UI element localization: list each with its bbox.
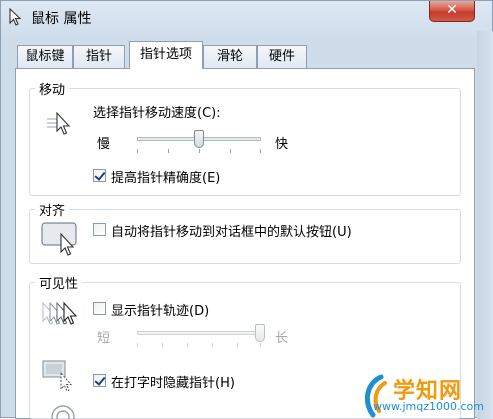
fast-label: 快 xyxy=(275,137,289,152)
pointer-trails-label[interactable]: 显示指针轨迹(D) xyxy=(111,300,209,319)
snap-group-label: 对齐 xyxy=(35,200,70,219)
snap-to-default-checkbox[interactable] xyxy=(93,223,106,236)
snap-to-default-label[interactable]: 自动将指针移动到对话框中的默认按钮(U) xyxy=(111,221,352,240)
enhance-precision-checkbox[interactable] xyxy=(93,169,106,182)
trail-length-slider-track[interactable] xyxy=(137,331,261,335)
snap-to-button-icon xyxy=(41,222,77,256)
trail-length-slider-thumb[interactable] xyxy=(255,324,265,342)
tab-pointers[interactable]: 指针 xyxy=(73,45,125,69)
motion-group-label: 移动 xyxy=(35,79,70,98)
tab-wheel[interactable]: 滑轮 xyxy=(203,45,257,69)
enhance-precision-label[interactable]: 提高指针精确度(E) xyxy=(111,167,220,186)
speed-label: 选择指针移动速度(C): xyxy=(93,106,221,121)
hide-while-typing-label[interactable]: 在打字时隐藏指针(H) xyxy=(111,372,235,391)
slow-label: 慢 xyxy=(97,137,111,152)
hide-while-typing-icon xyxy=(42,360,73,392)
speed-slider-thumb[interactable] xyxy=(194,130,204,148)
long-label: 长 xyxy=(275,331,289,346)
pointer-trails-checkbox[interactable] xyxy=(93,302,106,315)
mouse-app-icon xyxy=(9,7,22,26)
close-button[interactable]: ✕ xyxy=(429,1,475,22)
mouse-properties-window: 鼠标 属性 ✕ 鼠标键 指针 指针选项 滑轮 硬件 移动 选择指针移动速度(C)… xyxy=(0,0,493,419)
title-bar[interactable]: 鼠标 属性 ✕ xyxy=(1,1,493,35)
short-label: 短 xyxy=(97,331,111,346)
tab-hardware[interactable]: 硬件 xyxy=(257,45,307,69)
ctrl-locate-icon xyxy=(51,405,75,419)
tab-buttons[interactable]: 鼠标键 xyxy=(17,45,73,69)
window-title: 鼠标 属性 xyxy=(31,11,92,27)
pointer-speed-icon xyxy=(47,111,71,135)
visibility-group-label: 可见性 xyxy=(35,273,83,292)
tab-pointer-options[interactable]: 指针选项 xyxy=(129,41,203,69)
scroll-strip xyxy=(477,31,493,419)
pointer-trails-icon xyxy=(42,301,78,325)
hide-while-typing-checkbox[interactable] xyxy=(93,374,106,387)
watermark-url: www.jmqz1000.com xyxy=(373,400,484,413)
